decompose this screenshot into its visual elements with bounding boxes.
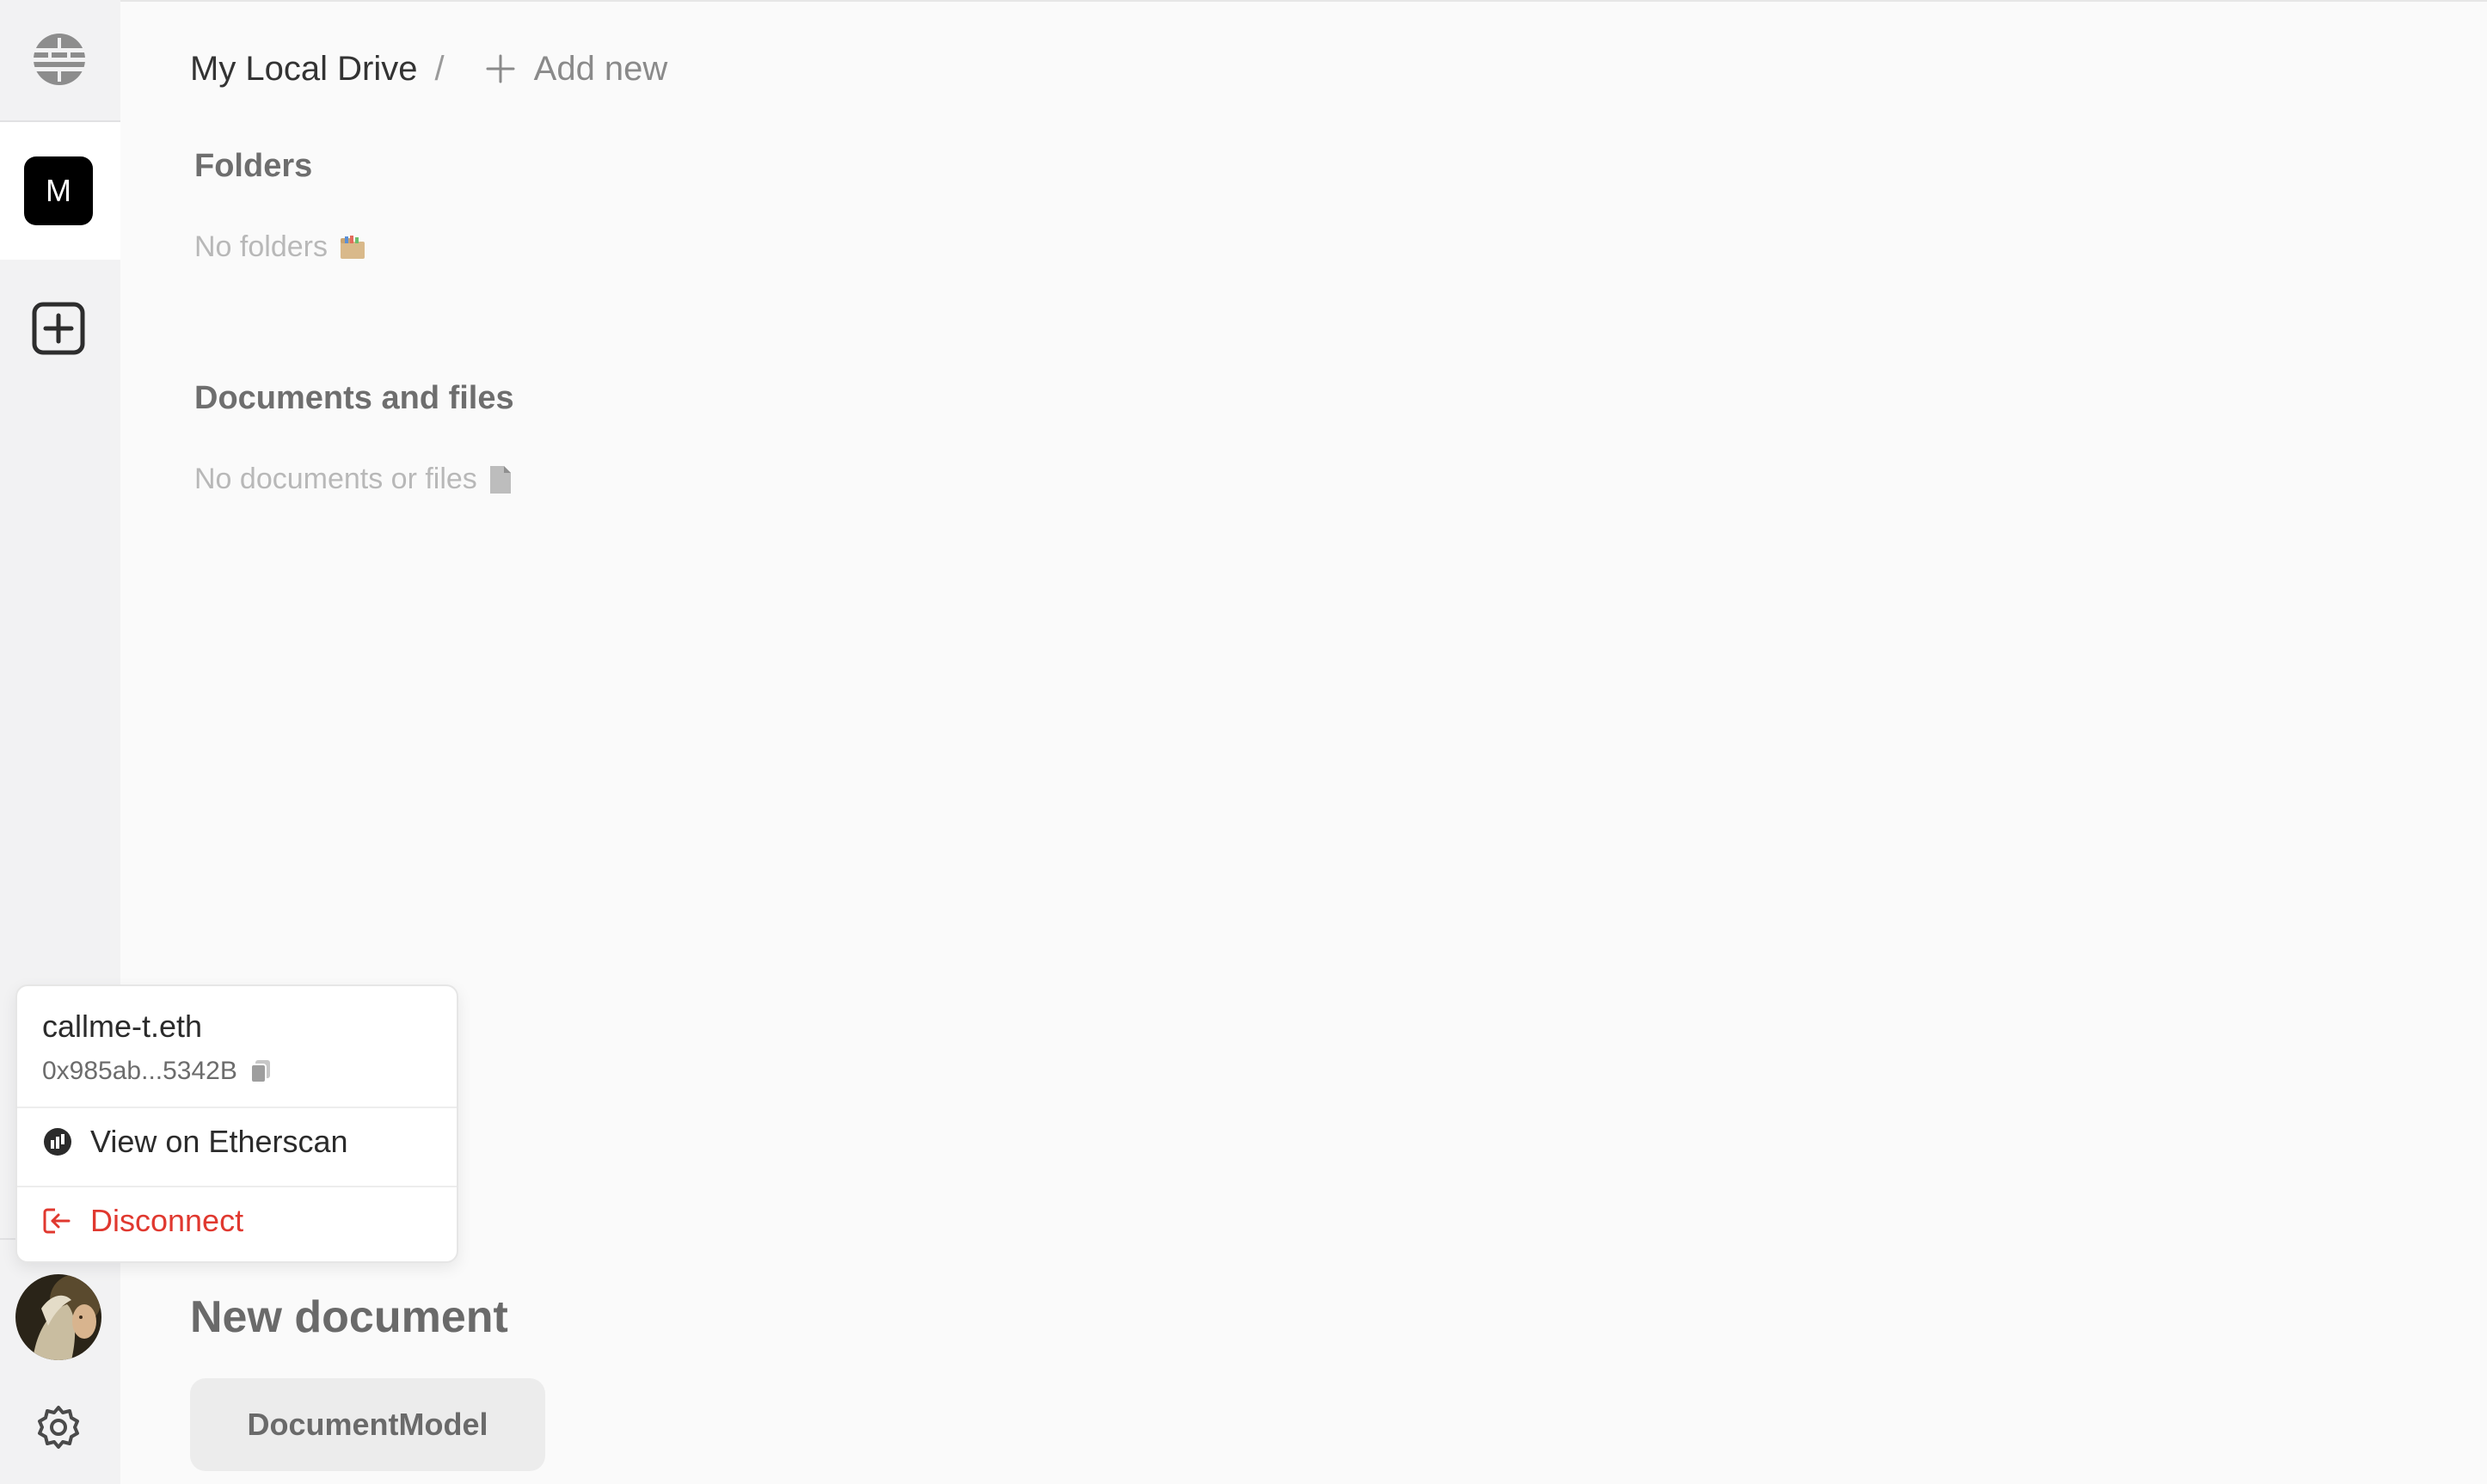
documents-empty-text: No documents or files xyxy=(194,463,477,495)
menu-divider xyxy=(17,1107,457,1108)
documents-title: Documents and files xyxy=(194,380,514,416)
globe-icon[interactable] xyxy=(31,31,88,88)
account-menu: callme-t.eth 0x985ab...5342B View on Eth… xyxy=(15,984,458,1263)
folders-title: Folders xyxy=(194,148,313,184)
document-emoji-icon xyxy=(489,465,511,494)
add-new-label: Add new xyxy=(533,49,668,88)
disconnect-icon xyxy=(43,1208,71,1234)
copy-icon[interactable] xyxy=(249,1058,272,1084)
breadcrumb-separator: / xyxy=(434,49,445,88)
etherscan-icon xyxy=(44,1128,71,1156)
new-document-title: New document xyxy=(190,1292,508,1342)
disconnect-label: Disconnect xyxy=(90,1203,244,1238)
documents-empty-note: No documents or files xyxy=(194,463,513,496)
top-border xyxy=(0,0,2487,2)
folders-empty-text: No folders xyxy=(194,230,328,263)
view-on-etherscan-label: View on Etherscan xyxy=(90,1124,348,1159)
add-drive-icon[interactable] xyxy=(31,301,86,356)
sidebar-item-local-drive[interactable]: M xyxy=(0,122,120,260)
account-address: 0x985ab...5342B xyxy=(42,1057,237,1085)
view-on-etherscan-item[interactable]: View on Etherscan xyxy=(42,1124,348,1160)
breadcrumb: My Local Drive / Add new xyxy=(190,45,667,93)
account-address-row: 0x985ab...5342B xyxy=(42,1057,272,1086)
folder-emoji-icon xyxy=(340,235,365,259)
document-model-button[interactable]: DocumentModel xyxy=(190,1378,545,1471)
drive-badge[interactable]: M xyxy=(24,156,93,225)
plus-icon xyxy=(486,54,515,83)
account-name: callme-t.eth xyxy=(42,1009,203,1044)
settings-icon[interactable] xyxy=(34,1403,83,1451)
breadcrumb-drive[interactable]: My Local Drive xyxy=(190,50,418,89)
avatar[interactable] xyxy=(15,1274,101,1360)
disconnect-item[interactable]: Disconnect xyxy=(42,1203,243,1239)
add-new-button[interactable]: Add new xyxy=(484,49,668,89)
folders-empty-note: No folders xyxy=(194,230,367,264)
menu-divider xyxy=(17,1186,457,1187)
